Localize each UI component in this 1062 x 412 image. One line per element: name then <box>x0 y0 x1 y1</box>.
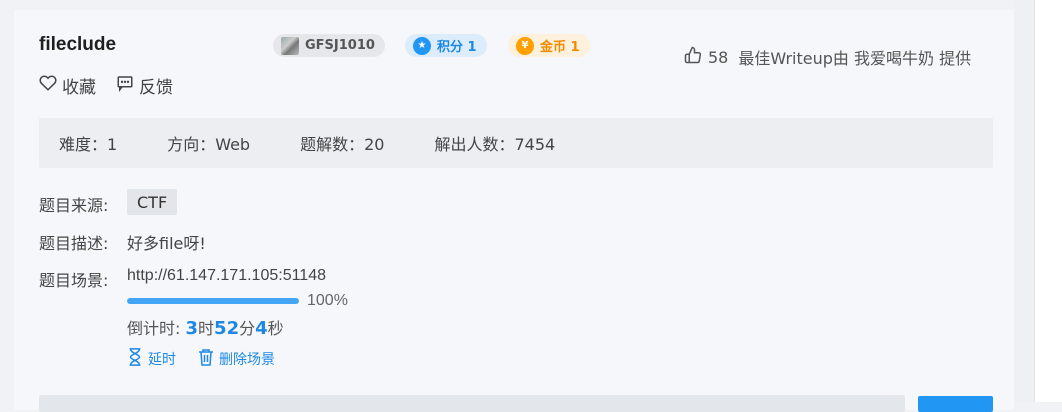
page-gutter <box>1014 0 1034 402</box>
favorite-button[interactable]: 收藏 <box>39 73 96 98</box>
thumb-up-icon[interactable] <box>684 46 702 68</box>
likes-area: 58 最佳Writeup由 我爱喝牛奶 提供 <box>684 45 971 69</box>
best-writeup-text[interactable]: 最佳Writeup由 我爱喝牛奶 提供 <box>738 45 971 69</box>
source-id-label: GFSJ1010 <box>305 38 375 53</box>
countdown-minutes-unit: 分 <box>239 319 256 338</box>
solutions-stat: 题解数：20 <box>300 135 385 154</box>
extend-label: 延时 <box>148 352 176 368</box>
feedback-button[interactable]: 反馈 <box>116 73 173 98</box>
challenge-actions: 收藏 反馈 <box>39 73 173 98</box>
favorite-label: 收藏 <box>62 78 96 98</box>
progress-track <box>127 298 299 304</box>
hourglass-icon <box>127 348 143 370</box>
scene-label: 题目场景: <box>39 271 109 290</box>
side-panel <box>1034 0 1062 402</box>
countdown-hours-unit: 时 <box>198 319 215 338</box>
challenge-card: fileclude GFSJ1010 ★ 积分 1 ¥ 金币 1 58 最佳Wr… <box>14 10 1014 412</box>
countdown: 倒计时: 3时52分4秒 <box>127 315 284 339</box>
scene-progress: 100% <box>127 292 348 310</box>
points-badge: ★ 积分 1 <box>405 34 487 57</box>
heart-icon <box>39 74 57 97</box>
delete-scene-button[interactable]: 删除场景 <box>198 348 275 370</box>
delete-scene-label: 删除场景 <box>219 352 275 368</box>
coin-icon: ¥ <box>516 36 534 55</box>
countdown-hours: 3 <box>185 318 199 339</box>
scene-row: 题目场景: <box>39 267 127 291</box>
extend-button[interactable]: 延时 <box>127 348 176 370</box>
like-count: 58 <box>708 47 729 67</box>
description-row: 题目描述: 好多file呀! <box>39 230 206 254</box>
points-label: 积分 1 <box>437 40 477 55</box>
countdown-seconds-unit: 秒 <box>267 319 284 338</box>
source-tag: CTF <box>127 189 178 215</box>
scene-url-link[interactable]: http://61.147.171.105:51148 <box>127 267 326 285</box>
source-row: 题目来源: <box>39 192 127 216</box>
points-icon: ★ <box>413 36 431 55</box>
source-label: 题目来源: <box>39 196 109 215</box>
description-text: 好多file呀! <box>127 234 206 253</box>
source-id-badge: GFSJ1010 <box>273 34 385 57</box>
source-avatar-icon <box>281 36 299 55</box>
coins-label: 金币 1 <box>540 40 580 55</box>
countdown-seconds: 4 <box>255 318 268 339</box>
progress-text: 100% <box>307 292 348 309</box>
challenge-title: fileclude <box>39 34 117 55</box>
countdown-minutes: 52 <box>214 318 240 339</box>
solvers-stat: 解出人数：7454 <box>434 135 556 154</box>
scene-ops: 延时 删除场景 <box>127 348 275 370</box>
countdown-prefix: 倒计时: <box>127 319 181 338</box>
coins-badge: ¥ 金币 1 <box>508 34 590 57</box>
difficulty-stat: 难度：1 <box>59 135 118 154</box>
stats-bar: 难度：1 方向：Web 题解数：20 解出人数：7454 <box>39 118 993 168</box>
direction-stat: 方向：Web <box>167 135 251 154</box>
trash-icon <box>198 348 214 370</box>
flag-input[interactable] <box>39 395 905 412</box>
comment-icon <box>116 74 134 97</box>
progress-fill <box>127 298 299 304</box>
submit-button[interactable] <box>918 396 993 412</box>
feedback-label: 反馈 <box>139 78 173 98</box>
description-label: 题目描述: <box>39 234 109 253</box>
